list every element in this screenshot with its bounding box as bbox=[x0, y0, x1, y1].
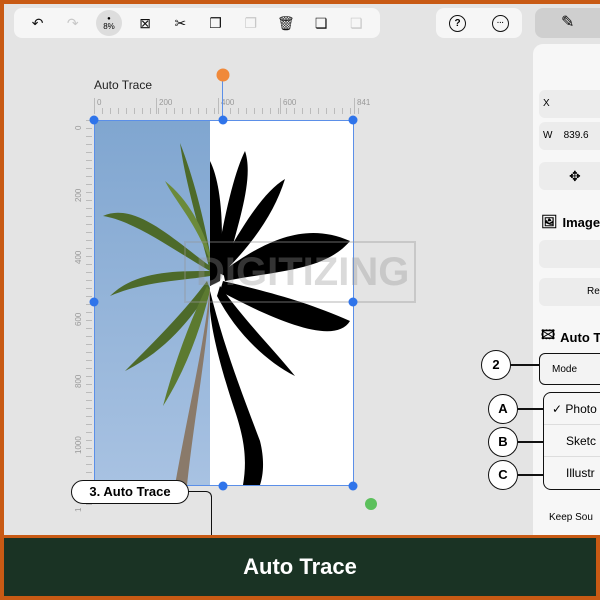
mode-field[interactable]: Mode bbox=[539, 353, 600, 385]
resize-handle[interactable] bbox=[89, 297, 99, 307]
watermark: DIGITIZING bbox=[184, 241, 416, 303]
menu-item-sketch[interactable]: Sketc bbox=[544, 425, 600, 457]
app-window: ↶ ↷ ● 8% ⊠ ✂ ❐ ❐ 🗑 ❏ ❏ ? ··· ✎ X W 839.6 … bbox=[4, 4, 600, 535]
ruler-y-label: 1000 bbox=[74, 436, 83, 454]
w-value: 839.6 bbox=[563, 130, 589, 141]
ruler-y-label: 0 bbox=[74, 125, 83, 130]
resize-handle[interactable] bbox=[218, 481, 228, 491]
menu-item-label: Photo bbox=[565, 402, 597, 416]
move-button[interactable]: ✥ bbox=[539, 162, 600, 190]
paste-icon[interactable]: ❐ bbox=[239, 11, 263, 35]
mode-dropdown-menu: ✓ Photo Sketc Illustr bbox=[543, 392, 600, 490]
image-button[interactable] bbox=[539, 240, 600, 268]
image-icon: 🖼 bbox=[541, 214, 558, 229]
resize-handle[interactable] bbox=[348, 481, 358, 491]
auto-trace-icon: 🖾 bbox=[541, 327, 556, 342]
duplicate-icon[interactable]: ❏ bbox=[309, 11, 333, 35]
callout-connector bbox=[188, 491, 212, 535]
scissors-icon[interactable]: ✂ bbox=[168, 11, 192, 35]
ruler-x-label: 841 bbox=[354, 98, 370, 114]
callout-line bbox=[518, 441, 544, 443]
ruler-y-label: 200 bbox=[74, 188, 83, 202]
image-section-title: Image bbox=[562, 214, 600, 230]
mode-label: Mode bbox=[552, 364, 578, 375]
ruler-y-label: 600 bbox=[74, 312, 83, 326]
duplicate-disabled-icon[interactable]: ❏ bbox=[344, 11, 368, 35]
image-canvas[interactable] bbox=[94, 120, 354, 486]
callout-line bbox=[510, 364, 540, 366]
help-toolbar: ? ··· bbox=[436, 8, 522, 38]
callout-badge-a: A bbox=[488, 394, 518, 424]
undo-icon[interactable]: ↶ bbox=[26, 11, 50, 35]
palm-tree-image bbox=[95, 121, 353, 485]
ruler-x-label: 600 bbox=[280, 98, 296, 114]
ruler-x-label: 400 bbox=[218, 98, 234, 114]
x-label: X bbox=[543, 98, 550, 109]
zoom-level: 8% bbox=[103, 21, 115, 31]
resize-handle[interactable] bbox=[89, 115, 99, 125]
ruler-y-label: 800 bbox=[74, 374, 83, 388]
deselect-icon[interactable]: ⊠ bbox=[133, 11, 157, 35]
rotate-line bbox=[222, 76, 223, 120]
check-icon: ✓ bbox=[552, 402, 563, 416]
help-icon[interactable]: ? bbox=[449, 14, 466, 32]
ruler-vertical: 0 200 400 600 800 1000 1 bbox=[74, 120, 92, 512]
ruler-y-label: 1 bbox=[74, 507, 83, 512]
width-field[interactable]: W 839.6 bbox=[539, 122, 600, 150]
auto-trace-section-header: 🖾 Auto T bbox=[541, 326, 600, 348]
more-icon[interactable]: ··· bbox=[492, 14, 509, 32]
zoom-button[interactable]: ● 8% bbox=[95, 10, 122, 36]
trash-icon[interactable]: 🗑 bbox=[274, 11, 298, 35]
ruler-horizontal: 0 200 400 600 841 bbox=[94, 98, 370, 114]
callout-line bbox=[518, 408, 544, 410]
re-label: Re bbox=[587, 286, 600, 297]
x-field[interactable]: X bbox=[539, 90, 600, 118]
callout-badge-b: B bbox=[488, 427, 518, 457]
canvas-title: Auto Trace bbox=[94, 78, 153, 92]
w-label: W bbox=[543, 130, 553, 141]
banner: Auto Trace bbox=[0, 535, 600, 600]
callout-badge-2: 2 bbox=[481, 350, 511, 380]
image-section-header: 🖼 Image bbox=[541, 214, 600, 230]
keep-source-label: Keep Sou bbox=[549, 512, 593, 523]
re-button[interactable]: Re bbox=[539, 278, 600, 306]
resize-handle[interactable] bbox=[348, 115, 358, 125]
rotate-handle[interactable] bbox=[216, 68, 230, 82]
callout-step-3: 3. Auto Trace bbox=[71, 480, 189, 504]
menu-item-label: Illustr bbox=[566, 466, 595, 480]
redo-icon[interactable]: ↷ bbox=[61, 11, 85, 35]
resize-handle[interactable] bbox=[218, 115, 228, 125]
ruler-x-label: 0 bbox=[94, 98, 101, 114]
menu-item-illustration[interactable]: Illustr bbox=[544, 457, 600, 489]
brush-tab[interactable]: ✎ bbox=[535, 8, 600, 38]
green-handle[interactable] bbox=[365, 498, 377, 510]
callout-line bbox=[518, 474, 544, 476]
ruler-y-label: 400 bbox=[74, 250, 83, 264]
ruler-x-label: 200 bbox=[156, 98, 172, 114]
resize-handle[interactable] bbox=[348, 297, 358, 307]
copy-icon[interactable]: ❐ bbox=[204, 11, 228, 35]
move-icon: ✥ bbox=[569, 168, 581, 184]
toolbar: ↶ ↷ ● 8% ⊠ ✂ ❐ ❐ 🗑 ❏ ❏ bbox=[14, 8, 380, 38]
menu-item-photo[interactable]: ✓ Photo bbox=[544, 393, 600, 425]
brush-icon: ✎ bbox=[561, 14, 575, 31]
callout-badge-c: C bbox=[488, 460, 518, 490]
menu-item-label: Sketc bbox=[566, 434, 597, 448]
auto-trace-title: Auto T bbox=[560, 329, 600, 345]
banner-title: Auto Trace bbox=[4, 538, 596, 596]
